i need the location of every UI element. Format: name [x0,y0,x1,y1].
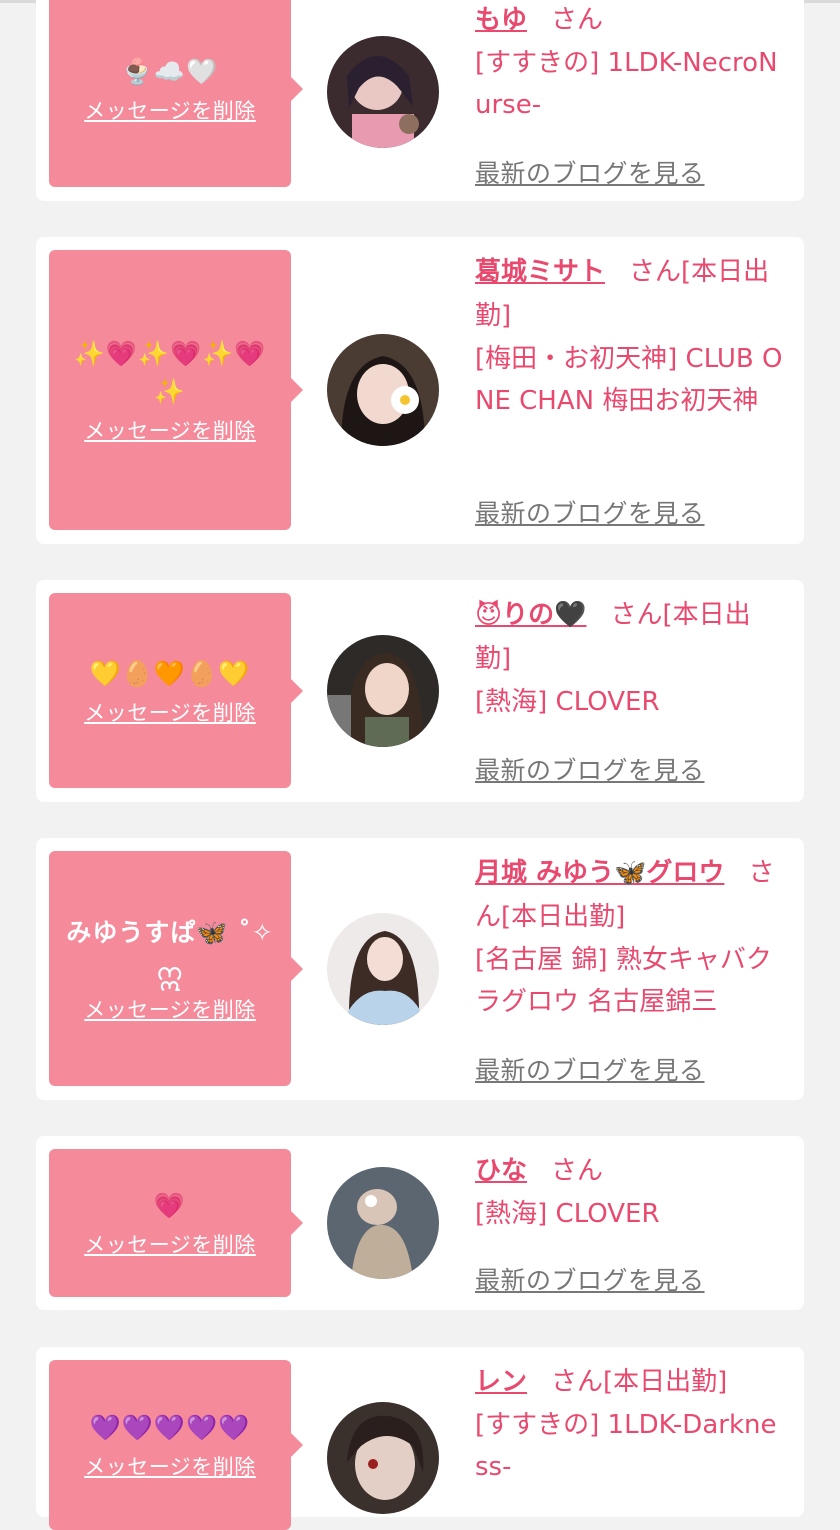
view-blog-link[interactable]: 最新のブログを見る [475,154,705,190]
avatar[interactable] [327,334,439,446]
view-blog-link[interactable]: 最新のブログを見る [475,1261,705,1297]
cast-info: もゆ さん [すすきの] 1LDK-NecroNurse- 最新のブログを見る [475,0,785,188]
message-bubble: 💜💜💜💜💜 メッセージを削除 [49,1360,303,1530]
delete-message-link[interactable]: メッセージを削除 [84,1451,256,1481]
cast-name-link[interactable]: 月城 みゆう🦋グロウ [475,858,724,888]
cast-info: ひな さん [熱海] CLOVER 最新のブログを見る [475,1149,785,1295]
honorific: さん[本日出勤] [551,1367,728,1397]
cast-name-link[interactable]: レン [475,1367,527,1397]
cast-name-link[interactable]: もゆ [475,5,527,35]
favorite-card: 🍨☁️🤍 メッセージを削除 もゆ さん [すすきの] 1LDK-NecroNurs… [36,0,804,201]
view-blog-link[interactable]: 最新のブログを見る [475,751,705,787]
favorite-card: ✨💗✨💗✨💗✨ メッセージを削除 葛城ミサト さん[本日出勤] [梅田・お初天神]… [36,237,804,544]
message-bubble: ✨💗✨💗✨💗✨ メッセージを削除 [49,250,303,530]
shop-name: [熱海] CLOVER [475,1199,660,1229]
message-bubble: 💛🥚🧡🥚💛 メッセージを削除 [49,593,303,788]
favorite-card: 💛🥚🧡🥚💛 メッセージを削除 😈りの🖤 さん[本日出勤] [熱海] CLOVER … [36,580,804,802]
message-text: ✨💗✨💗✨💗✨ [73,339,267,406]
cast-info: レン さん[本日出勤] [すすきの] 1LDK-Darkness- [475,1360,785,1488]
delete-message-link[interactable]: メッセージを削除 [84,1229,256,1259]
message-text: 💜💜💜💜💜 [89,1413,251,1442]
message-text: 💗 [153,1191,187,1220]
favorite-card: 💜💜💜💜💜 メッセージを削除 レン さん[本日出勤] [すすきの] 1LDK-Da… [36,1347,804,1530]
shop-name: [熱海] CLOVER [475,687,660,717]
message-text: 💛🥚🧡🥚💛 [89,658,251,688]
shop-name: [名古屋 錦] 熟女キャバクラグロウ 名古屋錦三 [475,945,772,1017]
avatar[interactable] [327,1167,439,1279]
message-bubble: 💗 メッセージを削除 [49,1149,303,1297]
avatar[interactable] [327,913,439,1025]
honorific: さん [551,1156,604,1186]
shop-name: [すすきの] 1LDK-NecroNurse- [475,48,778,120]
delete-message-link[interactable]: メッセージを削除 [84,415,256,445]
cast-info: 😈りの🖤 さん[本日出勤] [熱海] CLOVER 最新のブログを見る [475,593,785,785]
view-blog-link[interactable]: 最新のブログを見る [475,494,705,530]
message-bubble: 🍨☁️🤍 メッセージを削除 [49,0,303,187]
cast-name-link[interactable]: 葛城ミサト [475,257,605,287]
shop-name: [すすきの] 1LDK-Darkness- [475,1410,777,1482]
delete-message-link[interactable]: メッセージを削除 [84,95,256,125]
cast-name-link[interactable]: 😈りの🖤 [475,600,586,630]
view-blog-link[interactable]: 最新のブログを見る [475,1051,705,1087]
avatar[interactable] [327,1402,439,1514]
message-text: みゆうすぱ🦋 ˚✧ဣ [66,917,274,985]
delete-message-link[interactable]: メッセージを削除 [84,697,256,727]
cast-info: 葛城ミサト さん[本日出勤] [梅田・お初天神] CLUB ONE CHAN 梅田… [475,250,785,528]
favorite-card: 💗 メッセージを削除 ひな さん [熱海] CLOVER 最新のブログを見る [36,1136,804,1310]
avatar[interactable] [327,635,439,747]
shop-name: [梅田・お初天神] CLUB ONE CHAN 梅田お初天神 [475,344,783,416]
message-bubble: みゆうすぱ🦋 ˚✧ဣ メッセージを削除 [49,851,303,1086]
cast-info: 月城 みゆう🦋グロウ さん[本日出勤] [名古屋 錦] 熟女キャバクラグロウ 名古… [475,851,785,1085]
avatar[interactable] [327,36,439,148]
cast-name-link[interactable]: ひな [475,1156,527,1186]
honorific: さん [551,5,604,35]
delete-message-link[interactable]: メッセージを削除 [84,994,256,1024]
message-text: 🍨☁️🤍 [121,56,219,86]
favorite-card: みゆうすぱ🦋 ˚✧ဣ メッセージを削除 月城 みゆう🦋グロウ さん[本日出勤] [… [36,838,804,1100]
